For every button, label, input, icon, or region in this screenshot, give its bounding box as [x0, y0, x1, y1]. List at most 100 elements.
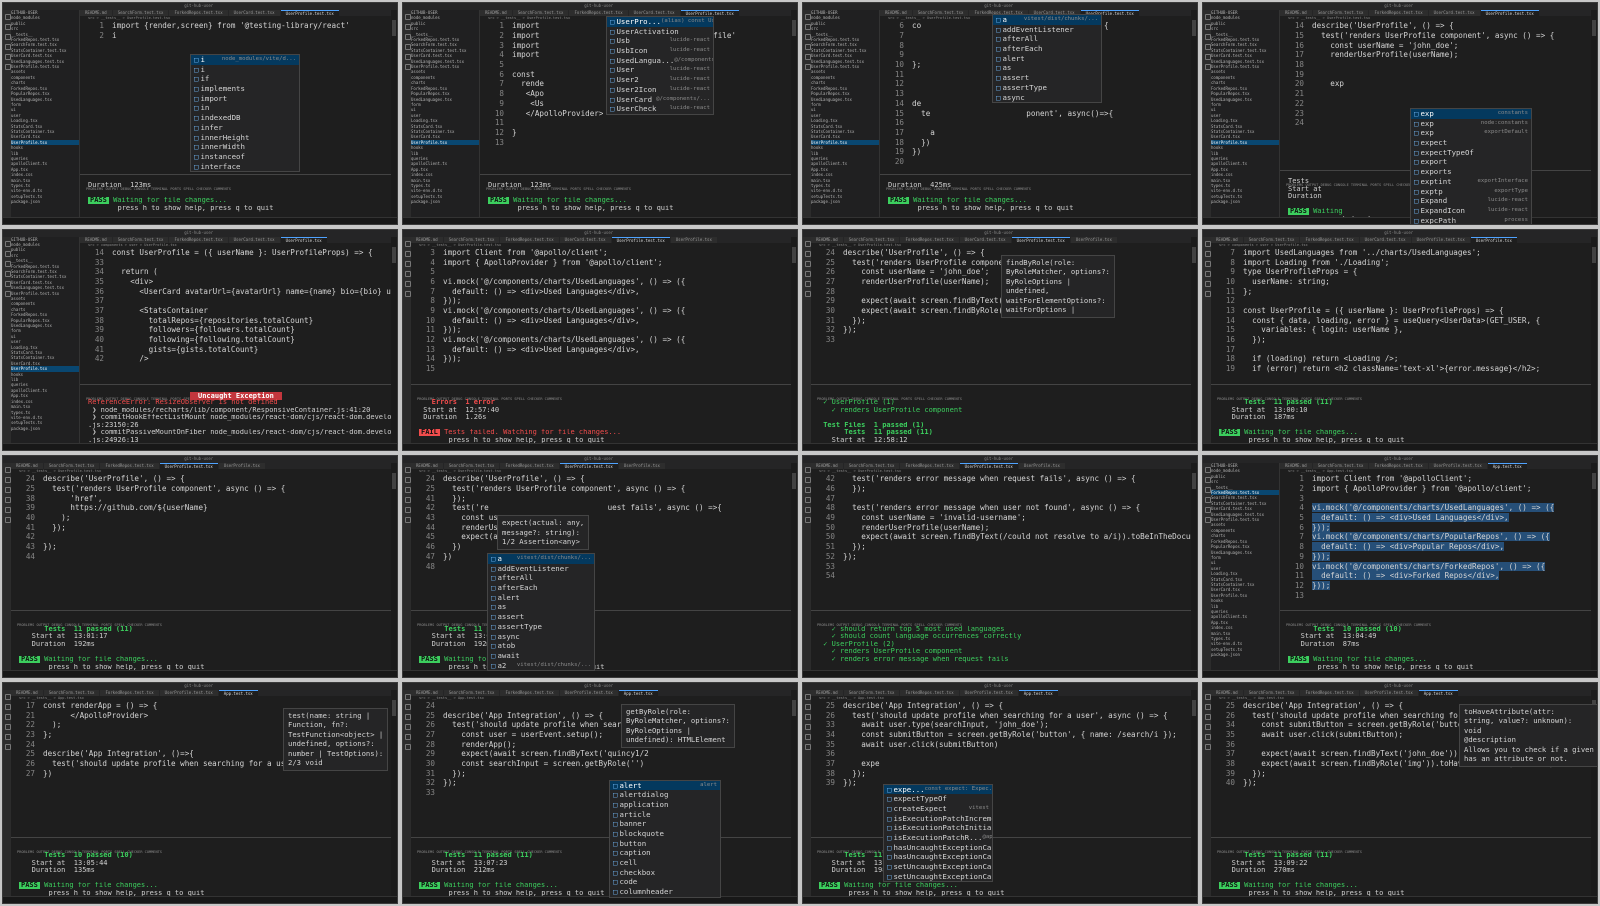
- suggestion-item[interactable]: □isExecutionPatchR...@apo...: [884, 833, 992, 843]
- minimap-scrollbar[interactable]: [391, 236, 397, 444]
- code-line[interactable]: 1 import {render,screen} from '@testing-l…: [82, 21, 391, 31]
- suggestion-item[interactable]: □ code: [610, 877, 720, 887]
- suggestion-item[interactable]: □ exp node:constants: [1411, 119, 1531, 129]
- suggestion-item[interactable]: □ i node_modules/vite/d...: [191, 55, 299, 65]
- scroll-thumb[interactable]: [1592, 246, 1596, 263]
- suggestion-item[interactable]: □ implements: [191, 84, 299, 94]
- editor-tab[interactable]: UserProfile.tsx: [670, 236, 717, 243]
- autocomplete-popup[interactable]: □ i node_modules/vite/d... □ i □ if □ implements…: [190, 54, 300, 173]
- editor-tab[interactable]: UserCard.test.tsx: [228, 10, 280, 16]
- scroll-thumb[interactable]: [792, 699, 796, 716]
- editor-tab[interactable]: UserProfile.test.tsx: [1411, 236, 1470, 243]
- code-line[interactable]: 39});: [813, 778, 1191, 788]
- code-line[interactable]: 35 <div>: [82, 277, 391, 287]
- code-area[interactable]: 24 describe('UserProfile', () => {25 test…: [11, 474, 391, 561]
- suggestion-item[interactable]: □ afterAll: [993, 34, 1101, 44]
- code-line[interactable]: 46 }): [413, 542, 791, 552]
- editor-tab[interactable]: README.md: [1211, 236, 1243, 243]
- code-area[interactable]: 7 import UsedLanguages from '../charts/Us…: [1211, 248, 1591, 374]
- code-line[interactable]: 34 return (: [82, 267, 391, 277]
- editor-tab[interactable]: README.md: [1211, 689, 1243, 696]
- suggestion-item[interactable]: □ export: [1411, 157, 1531, 167]
- code-line[interactable]: 9}));: [1282, 551, 1591, 562]
- terminal-output[interactable]: Tests 11 passed (11) Start at 13:02:39 D…: [411, 618, 791, 671]
- suggestion-item[interactable]: □ checkbox: [610, 868, 720, 878]
- code-line[interactable]: 25 test('renders UserProfile component',…: [413, 484, 791, 494]
- suggestion-item[interactable]: □setUncaughtExceptionCapt...: [884, 862, 992, 872]
- editor-tab[interactable]: README.md: [11, 689, 43, 696]
- suggestion-item[interactable]: □ async: [488, 632, 594, 642]
- suggestion-item[interactable]: □ cell: [610, 858, 720, 868]
- code-line[interactable]: 4 vi.mock('@/components/charts/UsedLangua…: [1282, 503, 1591, 513]
- suggestion-item[interactable]: □ assertType: [488, 622, 594, 632]
- code-line[interactable]: 19 if (error) return <h2 className='text…: [1213, 364, 1591, 374]
- minimap-scrollbar[interactable]: [391, 689, 397, 897]
- autocomplete-popup[interactable]: □ exp constants □ exp node:constants □ exp expor…: [1410, 108, 1532, 224]
- minimap-scrollbar[interactable]: [1191, 463, 1197, 671]
- minimap-scrollbar[interactable]: [391, 10, 397, 218]
- editor-tab[interactable]: ForkedRepos.test.tsx: [500, 689, 559, 696]
- code-line[interactable]: 20 exp: [1282, 79, 1591, 89]
- code-line[interactable]: 22: [1282, 99, 1591, 109]
- suggestion-item[interactable]: □ exptp exportType: [1411, 187, 1531, 197]
- editor-tab[interactable]: README.md: [811, 689, 843, 696]
- code-line[interactable]: 40});: [1213, 778, 1591, 788]
- editor-tab[interactable]: UserCard.test.tsx: [228, 236, 280, 243]
- editor-tab[interactable]: ForkedRepos.test.tsx: [100, 463, 159, 469]
- suggestion-item[interactable]: □ createExpect vitest: [884, 804, 992, 814]
- code-line[interactable]: 9 vi.mock('@/components/charts/UsedLangua…: [413, 306, 791, 316]
- code-line[interactable]: 9 type UserProfileProps = {: [1213, 267, 1591, 277]
- terminal-output[interactable]: Duration 425ms PASS Waiting for file chan…: [880, 182, 1191, 212]
- code-line[interactable]: 34 const submitButton = screen.getByRole…: [813, 730, 1191, 740]
- editor-tab[interactable]: UserProfile.test.tsx: [559, 463, 618, 469]
- code-line[interactable]: 33 await user.type(searchInput, 'john_do…: [813, 720, 1191, 730]
- editor-tab[interactable]: App.test.tsx: [218, 689, 258, 696]
- minimap-scrollbar[interactable]: [1191, 689, 1197, 897]
- code-line[interactable]: 12}));: [1282, 580, 1591, 591]
- suggestion-item[interactable]: □ Expand lucide-react: [1411, 196, 1531, 206]
- editor-tab[interactable]: SearchForm.test.tsx: [843, 236, 900, 243]
- code-line[interactable]: 33: [813, 335, 1191, 345]
- code-line[interactable]: 39 });: [1213, 768, 1591, 778]
- code-line[interactable]: 32});: [813, 325, 1191, 335]
- suggestion-item[interactable]: □ banner: [610, 819, 720, 829]
- scroll-thumb[interactable]: [392, 699, 396, 716]
- terminal-output[interactable]: Duration 123ms PASS Waiting for file chan…: [80, 182, 391, 212]
- suggestion-item[interactable]: □ expe... const expect: Expec...: [884, 784, 992, 795]
- editor-tab[interactable]: UserProfile.tsx: [1470, 236, 1517, 243]
- code-line[interactable]: 37: [82, 296, 391, 306]
- code-line[interactable]: 14 const UserProfile = ({ userName }: Use…: [82, 248, 391, 258]
- suggestion-item[interactable]: □ article: [610, 810, 720, 820]
- editor-tab[interactable]: UserProfile.tsx: [618, 463, 665, 469]
- suggestion-item[interactable]: □ as: [488, 602, 594, 612]
- editor-tab[interactable]: README.md: [811, 236, 843, 243]
- minimap-scrollbar[interactable]: [791, 10, 797, 218]
- code-line[interactable]: 7 default: () => <div>Used Languages</di…: [413, 286, 791, 296]
- suggestion-item[interactable]: □ await: [488, 651, 594, 661]
- code-line[interactable]: 14 describe('UserProfile', () => {: [1282, 21, 1591, 31]
- code-line[interactable]: 10 default: () => <div>Used Languages</d…: [413, 315, 791, 325]
- scroll-thumb[interactable]: [1192, 20, 1196, 36]
- code-line[interactable]: 37 <StatsContainer: [82, 306, 391, 316]
- scroll-thumb[interactable]: [1592, 473, 1596, 489]
- code-line[interactable]: 17 a: [882, 128, 1191, 138]
- code-line[interactable]: 45 expect(a: [413, 532, 791, 542]
- suggestion-item[interactable]: □ alertdialog: [610, 790, 720, 800]
- editor-tab[interactable]: README.md: [80, 236, 112, 243]
- code-line[interactable]: 16 const userName = 'john_doe';: [1282, 40, 1591, 50]
- code-line[interactable]: 40 );: [13, 513, 391, 523]
- suggestion-item[interactable]: □ assertType: [993, 83, 1101, 93]
- scroll-thumb[interactable]: [392, 246, 396, 263]
- code-area[interactable]: 25 describe('App Integration', () => {26 …: [811, 701, 1191, 788]
- editor-tab[interactable]: App.test.tsx: [1418, 689, 1458, 696]
- explorer-item[interactable]: package.json: [1211, 652, 1279, 657]
- terminal-output[interactable]: Errors 1 error Start at 12:57:40 Duratio…: [411, 392, 791, 445]
- code-line[interactable]: 35 await user.click(submitButton): [813, 739, 1191, 749]
- scroll-thumb[interactable]: [1192, 246, 1196, 263]
- terminal-output[interactable]: Tests 10 passed (10) Start at 13:05:44 D…: [11, 845, 391, 898]
- suggestion-item[interactable]: □ alert: [993, 54, 1101, 64]
- editor-tab[interactable]: UserProfile.test.tsx: [159, 463, 218, 469]
- editor-tab[interactable]: ForkedRepos.test.tsx: [1369, 463, 1428, 469]
- suggestion-item[interactable]: □ User lucide-react: [607, 65, 713, 75]
- editor-tab[interactable]: UserProfile.tsx: [1018, 463, 1065, 469]
